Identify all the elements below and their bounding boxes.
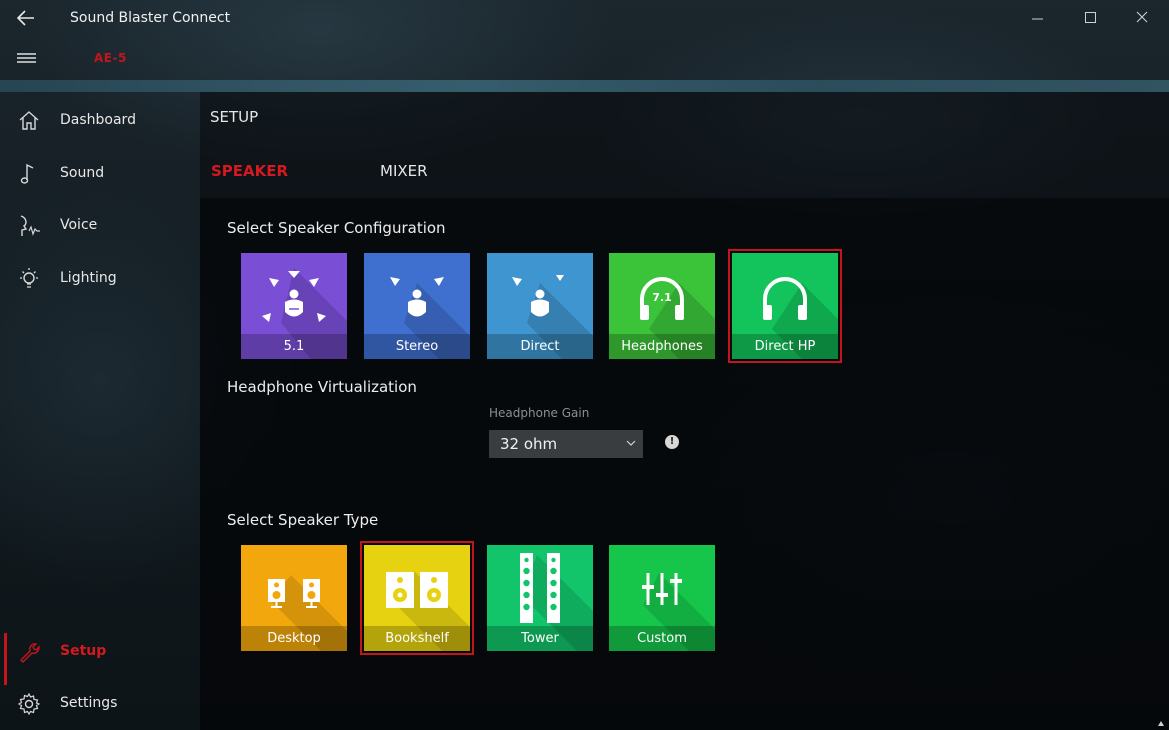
sidebar-item-label: Sound — [60, 165, 105, 181]
sidebar-item-label: Voice — [60, 217, 98, 233]
tab-mixer[interactable]: MIXER — [380, 162, 428, 180]
type-tile-custom[interactable]: Custom — [609, 545, 715, 651]
close-icon — [1136, 11, 1148, 23]
info-icon-glyph: ! — [669, 436, 675, 447]
tile-label: Custom — [637, 631, 687, 646]
tile-label: Desktop — [267, 631, 321, 646]
sidebar-item-label: Setup — [60, 643, 107, 659]
type-tile-desktop[interactable]: Desktop — [241, 545, 347, 651]
hamburger-icon — [17, 53, 36, 63]
tile-label: Bookshelf — [385, 631, 449, 646]
sidebar: Dashboard Sound Voice Lighting Setup Set… — [0, 92, 200, 730]
close-button[interactable] — [1119, 4, 1165, 32]
music-note-icon — [20, 163, 34, 184]
info-icon[interactable]: ! — [665, 435, 679, 449]
tile-label: Direct — [520, 339, 560, 354]
speaker-config-title: Select Speaker Configuration — [227, 219, 446, 237]
speaker-type-title: Select Speaker Type — [227, 511, 379, 529]
config-tile-headphones[interactable]: 7.1 Headphones — [609, 253, 715, 359]
back-arrow-icon — [16, 10, 34, 26]
tile-label: Tower — [521, 631, 559, 646]
tile-label: Headphones — [621, 339, 703, 354]
sidebar-item-settings[interactable]: Settings — [0, 681, 200, 727]
tile-label: Stereo — [395, 339, 439, 354]
scroll-indicator-icon[interactable] — [1158, 718, 1164, 726]
config-tile-direct[interactable]: Direct — [487, 253, 593, 359]
maximize-button[interactable] — [1067, 4, 1113, 32]
sidebar-item-voice[interactable]: Voice — [0, 203, 200, 249]
title-bar: Sound Blaster Connect — [0, 0, 1169, 36]
headphone-gain-select[interactable]: 32 ohm — [489, 430, 643, 458]
back-button[interactable] — [14, 6, 40, 30]
type-tile-bookshelf[interactable]: Bookshelf — [360, 541, 474, 655]
headphone-gain-value: 32 ohm — [500, 435, 558, 453]
page-title: SETUP — [210, 108, 259, 126]
gear-icon — [17, 692, 41, 716]
header-accent-strip — [0, 80, 1169, 92]
speaker-panel: Select Speaker Configuration 5.1 Stereo … — [200, 198, 1169, 730]
sidebar-item-dashboard[interactable]: Dashboard — [0, 98, 200, 144]
sidebar-item-label: Settings — [60, 695, 118, 711]
device-name: AE-5 — [94, 51, 127, 65]
main-content: SETUP SPEAKER MIXER Select Speaker Confi… — [200, 92, 1169, 730]
minimize-button[interactable] — [1015, 4, 1061, 32]
config-tile-stereo[interactable]: Stereo — [364, 253, 470, 359]
sidebar-item-sound[interactable]: Sound — [0, 151, 200, 197]
tab-speaker[interactable]: SPEAKER — [211, 162, 288, 180]
sidebar-item-lighting[interactable]: Lighting — [0, 256, 200, 302]
chevron-down-icon — [626, 440, 636, 446]
minimize-icon — [1032, 18, 1043, 20]
maximize-icon — [1085, 12, 1096, 23]
home-icon — [19, 111, 39, 130]
tile-label: Direct HP — [754, 339, 816, 354]
sidebar-item-label: Dashboard — [60, 112, 136, 128]
tile-label: 5.1 — [283, 339, 305, 354]
app-title: Sound Blaster Connect — [70, 10, 231, 26]
svg-text:7.1: 7.1 — [652, 291, 672, 304]
config-tile-direct-hp[interactable]: Direct HP — [728, 249, 842, 363]
voice-icon — [20, 215, 40, 236]
headphone-gain-label: Headphone Gain — [489, 406, 590, 420]
sidebar-item-setup[interactable]: Setup — [0, 629, 200, 685]
headphone-virtualization-title: Headphone Virtualization — [227, 378, 417, 396]
config-tile-5-1[interactable]: 5.1 — [241, 253, 347, 359]
lightbulb-icon — [20, 268, 38, 288]
sidebar-item-label: Lighting — [60, 270, 117, 286]
type-tile-tower[interactable]: Tower — [487, 545, 593, 651]
hamburger-menu-button[interactable] — [16, 50, 38, 66]
active-indicator — [4, 633, 7, 685]
wrench-icon — [20, 643, 40, 663]
